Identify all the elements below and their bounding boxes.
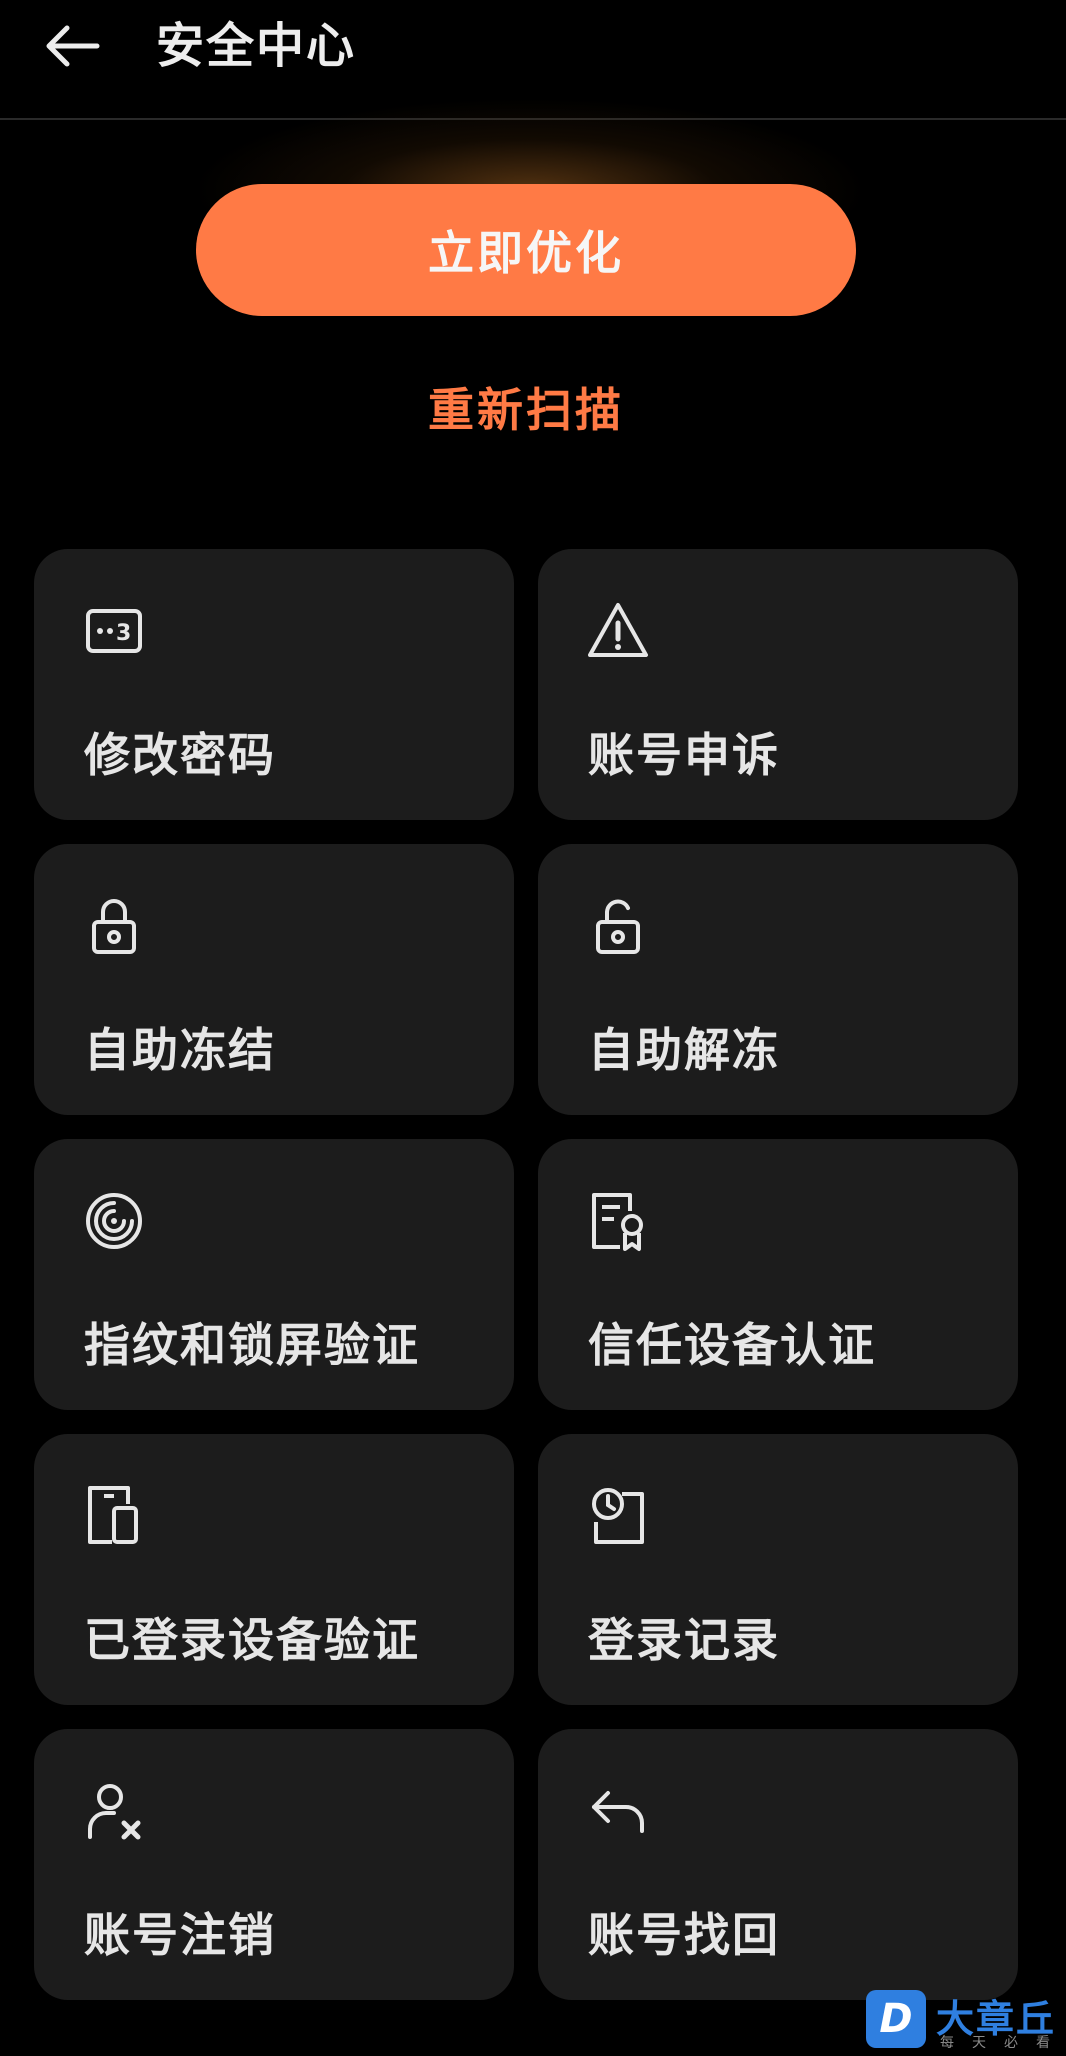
card-label: 修改密码	[84, 728, 276, 782]
card-label: 自助解冻	[588, 1023, 780, 1077]
arrow-left-icon	[46, 25, 100, 67]
card-account-recovery[interactable]: 账号找回	[538, 1729, 1018, 2000]
fingerprint-icon	[82, 1189, 146, 1253]
card-logged-devices[interactable]: 已登录设备验证	[34, 1434, 514, 1705]
watermark: D 大章丘 每天必看	[864, 1990, 1064, 2054]
lock-icon	[82, 894, 146, 958]
card-label: 信任设备认证	[588, 1318, 876, 1372]
back-button[interactable]	[36, 18, 106, 74]
card-self-unfreeze[interactable]: 自助解冻	[538, 844, 1018, 1115]
card-self-freeze[interactable]: 自助冻结	[34, 844, 514, 1115]
card-label: 登录记录	[588, 1613, 780, 1667]
card-account-appeal[interactable]: 账号申诉	[538, 549, 1018, 820]
card-fingerprint-lockscreen[interactable]: 指纹和锁屏验证	[34, 1139, 514, 1410]
card-login-history[interactable]: 登录记录	[538, 1434, 1018, 1705]
page-title: 安全中心	[156, 18, 357, 74]
rescan-link[interactable]: 重新扫描	[0, 374, 1052, 440]
watermark-slogan: 每天必看	[940, 2035, 1066, 2051]
devices-icon	[82, 1484, 146, 1548]
card-trusted-device[interactable]: 信任设备认证	[538, 1139, 1018, 1410]
certificate-icon	[586, 1189, 650, 1253]
card-change-password[interactable]: 3 修改密码	[34, 549, 514, 820]
card-label: 自助冻结	[84, 1023, 276, 1077]
card-account-deletion[interactable]: 账号注销	[34, 1729, 514, 2000]
card-label: 账号注销	[84, 1908, 276, 1962]
user-remove-icon	[82, 1779, 146, 1843]
card-label: 指纹和锁屏验证	[84, 1318, 420, 1372]
watermark-logo: D	[866, 1990, 926, 2048]
unlock-icon	[586, 894, 650, 958]
password-icon: 3	[82, 599, 146, 663]
card-label: 账号申诉	[588, 728, 780, 782]
warning-icon	[586, 599, 650, 663]
security-options-grid: 3 修改密码 账号申诉 自助冻结 自助解冻 指纹和锁屏验证 信任设备认证 已登录…	[34, 549, 1018, 2000]
svg-text:3: 3	[116, 621, 131, 646]
clock-history-icon	[586, 1484, 650, 1548]
card-label: 账号找回	[588, 1908, 780, 1962]
card-label: 已登录设备验证	[84, 1613, 420, 1667]
optimize-now-button[interactable]: 立即优化	[196, 184, 856, 316]
reply-icon	[586, 1779, 650, 1843]
